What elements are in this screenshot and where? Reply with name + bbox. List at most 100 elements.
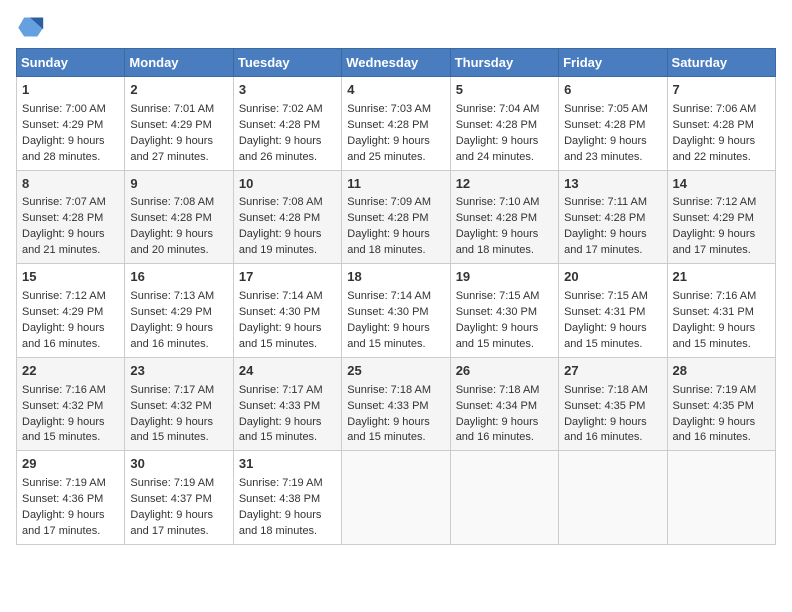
day-cell: 16Sunrise: 7:13 AMSunset: 4:29 PMDayligh… xyxy=(125,264,233,358)
sunset-label: Sunset: 4:29 PM xyxy=(673,212,754,224)
sunrise-label: Sunrise: 7:17 AM xyxy=(239,384,323,396)
daylight-label: Daylight: 9 hours and 20 minutes. xyxy=(130,228,213,256)
sunset-label: Sunset: 4:34 PM xyxy=(456,400,537,412)
sunset-label: Sunset: 4:35 PM xyxy=(564,400,645,412)
day-number: 23 xyxy=(130,362,227,381)
logo xyxy=(16,16,48,38)
sunset-label: Sunset: 4:31 PM xyxy=(673,306,754,318)
daylight-label: Daylight: 9 hours and 23 minutes. xyxy=(564,135,647,163)
day-number: 7 xyxy=(673,81,770,100)
daylight-label: Daylight: 9 hours and 15 minutes. xyxy=(673,322,756,350)
daylight-label: Daylight: 9 hours and 16 minutes. xyxy=(564,416,647,444)
day-number: 15 xyxy=(22,268,119,287)
sunrise-label: Sunrise: 7:05 AM xyxy=(564,103,648,115)
sunset-label: Sunset: 4:28 PM xyxy=(130,212,211,224)
day-cell: 31Sunrise: 7:19 AMSunset: 4:38 PMDayligh… xyxy=(233,451,341,545)
day-cell xyxy=(559,451,667,545)
sunset-label: Sunset: 4:29 PM xyxy=(22,119,103,131)
day-number: 10 xyxy=(239,175,336,194)
daylight-label: Daylight: 9 hours and 24 minutes. xyxy=(456,135,539,163)
sunrise-label: Sunrise: 7:18 AM xyxy=(564,384,648,396)
day-number: 11 xyxy=(347,175,444,194)
day-cell: 2 Sunrise: 7:01 AM Sunset: 4:29 PM Daylight… xyxy=(125,77,233,171)
sunset-label: Sunset: 4:28 PM xyxy=(456,119,537,131)
day-number: 2 xyxy=(130,81,227,100)
day-cell: 18Sunrise: 7:14 AMSunset: 4:30 PMDayligh… xyxy=(342,264,450,358)
sunrise-label: Sunrise: 7:01 AM xyxy=(130,103,214,115)
day-cell: 9Sunrise: 7:08 AMSunset: 4:28 PMDaylight… xyxy=(125,170,233,264)
sunset-label: Sunset: 4:28 PM xyxy=(673,119,754,131)
header xyxy=(16,16,776,38)
sunset-label: Sunset: 4:29 PM xyxy=(130,119,211,131)
sunset-label: Sunset: 4:33 PM xyxy=(347,400,428,412)
daylight-label: Daylight: 9 hours and 27 minutes. xyxy=(130,135,213,163)
sunrise-label: Sunrise: 7:08 AM xyxy=(239,196,323,208)
header-cell-sunday: Sunday xyxy=(17,49,125,77)
week-row-5: 29Sunrise: 7:19 AMSunset: 4:36 PMDayligh… xyxy=(17,451,776,545)
day-number: 30 xyxy=(130,455,227,474)
day-cell: 15Sunrise: 7:12 AMSunset: 4:29 PMDayligh… xyxy=(17,264,125,358)
day-number: 28 xyxy=(673,362,770,381)
week-row-1: 1Sunrise: 7:00 AMSunset: 4:29 PMDaylight… xyxy=(17,77,776,171)
day-cell: 10Sunrise: 7:08 AMSunset: 4:28 PMDayligh… xyxy=(233,170,341,264)
day-cell xyxy=(342,451,450,545)
daylight-label: Daylight: 9 hours and 26 minutes. xyxy=(239,135,322,163)
sunset-label: Sunset: 4:29 PM xyxy=(22,306,103,318)
day-number: 12 xyxy=(456,175,553,194)
sunrise-label: Sunrise: 7:16 AM xyxy=(22,384,106,396)
day-cell: 5Sunrise: 7:04 AMSunset: 4:28 PMDaylight… xyxy=(450,77,558,171)
day-cell: 26 Sunrise: 7:18 AM Sunset: 4:34 PM Dayligh… xyxy=(450,357,558,451)
day-number: 9 xyxy=(130,175,227,194)
day-cell: 22Sunrise: 7:16 AMSunset: 4:32 PMDayligh… xyxy=(17,357,125,451)
daylight-label: Daylight: 9 hours and 16 minutes. xyxy=(130,322,213,350)
sunrise-label: Sunrise: 7:18 AM xyxy=(456,384,540,396)
sunset-label: Sunset: 4:38 PM xyxy=(239,493,320,505)
sunrise-label: Sunrise: 7:03 AM xyxy=(347,103,431,115)
day-cell: 8Sunrise: 7:07 AMSunset: 4:28 PMDaylight… xyxy=(17,170,125,264)
day-number: 31 xyxy=(239,455,336,474)
sunrise-label: Sunrise: 7:19 AM xyxy=(673,384,757,396)
week-row-2: 8 Sunrise: 7:07 AM Sunset: 4:28 PM Daylight… xyxy=(17,170,776,264)
sunset-label: Sunset: 4:28 PM xyxy=(347,119,428,131)
daylight-label: Daylight: 9 hours and 15 minutes. xyxy=(456,322,539,350)
daylight-label: Daylight: 9 hours and 21 minutes. xyxy=(22,228,105,256)
daylight-label: Daylight: 9 hours and 17 minutes. xyxy=(564,228,647,256)
daylight-label: Daylight: 9 hours and 18 minutes. xyxy=(456,228,539,256)
sunset-label: Sunset: 4:32 PM xyxy=(22,400,103,412)
sunset-label: Sunset: 4:33 PM xyxy=(239,400,320,412)
sunrise-label: Sunrise: 7:19 AM xyxy=(130,477,214,489)
daylight-label: Daylight: 9 hours and 15 minutes. xyxy=(564,322,647,350)
week-row-3: 15Sunrise: 7:12 AMSunset: 4:29 PMDayligh… xyxy=(17,264,776,358)
sunrise-label: Sunrise: 7:11 AM xyxy=(564,196,647,208)
day-number: 24 xyxy=(239,362,336,381)
sunset-label: Sunset: 4:28 PM xyxy=(564,119,645,131)
day-number: 8 xyxy=(22,175,119,194)
day-cell: 17Sunrise: 7:14 AMSunset: 4:30 PMDayligh… xyxy=(233,264,341,358)
daylight-label: Daylight: 9 hours and 15 minutes. xyxy=(347,416,430,444)
day-cell: 4Sunrise: 7:03 AMSunset: 4:28 PMDaylight… xyxy=(342,77,450,171)
day-cell: 7Sunrise: 7:06 AMSunset: 4:28 PMDaylight… xyxy=(667,77,775,171)
daylight-label: Daylight: 9 hours and 18 minutes. xyxy=(347,228,430,256)
day-number: 16 xyxy=(130,268,227,287)
day-number: 25 xyxy=(347,362,444,381)
sunset-label: Sunset: 4:37 PM xyxy=(130,493,211,505)
day-number: 5 xyxy=(456,81,553,100)
calendar-table: SundayMondayTuesdayWednesdayThursdayFrid… xyxy=(16,48,776,545)
daylight-label: Daylight: 9 hours and 17 minutes. xyxy=(22,509,105,537)
daylight-label: Daylight: 9 hours and 16 minutes. xyxy=(456,416,539,444)
sunset-label: Sunset: 4:31 PM xyxy=(564,306,645,318)
day-cell: 23Sunrise: 7:17 AMSunset: 4:32 PMDayligh… xyxy=(125,357,233,451)
header-cell-wednesday: Wednesday xyxy=(342,49,450,77)
day-number: 17 xyxy=(239,268,336,287)
day-number: 26 xyxy=(456,362,553,381)
day-number: 6 xyxy=(564,81,661,100)
day-number: 14 xyxy=(673,175,770,194)
sunrise-label: Sunrise: 7:00 AM xyxy=(22,103,106,115)
sunset-label: Sunset: 4:28 PM xyxy=(239,119,320,131)
day-cell xyxy=(450,451,558,545)
day-number: 13 xyxy=(564,175,661,194)
daylight-label: Daylight: 9 hours and 17 minutes. xyxy=(673,228,756,256)
daylight-label: Daylight: 9 hours and 16 minutes. xyxy=(673,416,756,444)
sunrise-label: Sunrise: 7:15 AM xyxy=(564,290,648,302)
sunrise-label: Sunrise: 7:07 AM xyxy=(22,196,106,208)
